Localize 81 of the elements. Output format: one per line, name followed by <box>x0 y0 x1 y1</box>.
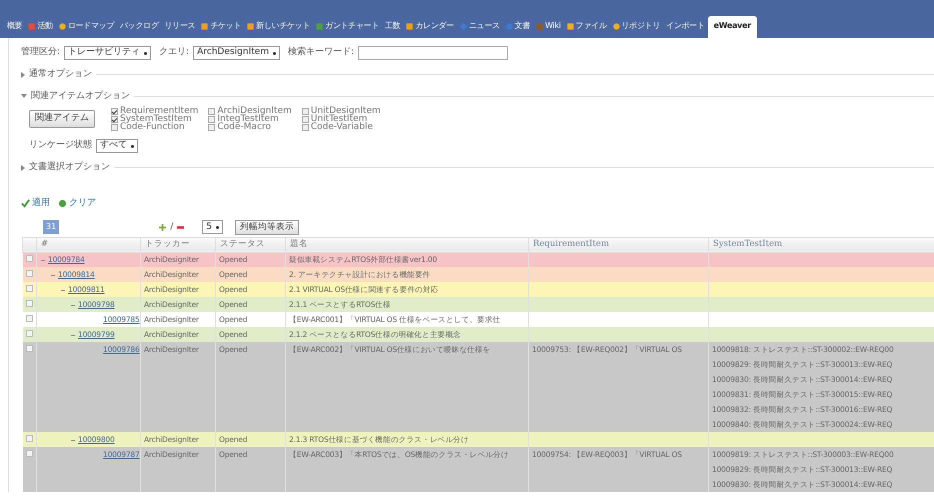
checkbox-label: Code-Variable <box>310 123 373 131</box>
menu-tab[interactable]: インポート <box>663 17 708 38</box>
checkbox-label: UnitTestItem <box>310 115 368 123</box>
row-checkbox[interactable] <box>26 315 33 322</box>
plus-icon[interactable] <box>159 224 166 231</box>
circle-icon <box>58 198 67 208</box>
row-checkbox[interactable] <box>26 255 33 262</box>
field-label: クエリ: <box>159 46 190 60</box>
menu-tab[interactable]: リポジトリ <box>610 17 664 38</box>
menu-tab[interactable]: 新しいチケット <box>244 17 314 38</box>
ticket-icon <box>406 22 414 30</box>
section-title[interactable]: 関連アイテムオプション <box>31 90 130 103</box>
row-checkbox[interactable] <box>26 345 33 352</box>
field-label: リンケージ状態 <box>29 139 92 152</box>
equalize-columns-button[interactable]: 列幅均等表示 <box>234 220 299 235</box>
checkbox[interactable] <box>111 124 118 130</box>
page-size-dropdown[interactable]: 5 <box>202 220 223 234</box>
menu-tab[interactable]: チケット <box>198 17 244 38</box>
menu-tab[interactable]: 工数 <box>382 17 404 38</box>
action-link[interactable]: クリア <box>58 196 96 210</box>
menu-tab[interactable]: ロードマップ <box>56 17 118 38</box>
menu-tab[interactable]: ガントチャート <box>313 17 382 38</box>
column-header[interactable]: RequirementItem <box>528 237 708 252</box>
checkbox[interactable] <box>208 116 216 122</box>
chart-icon <box>316 22 324 30</box>
action-link[interactable]: 適用 <box>21 196 50 210</box>
column-header[interactable]: ステータス <box>216 237 286 252</box>
check-icon <box>21 198 30 208</box>
checkbox[interactable] <box>302 124 309 130</box>
menu-tab[interactable]: ニュース <box>456 17 503 38</box>
row-checkbox[interactable] <box>26 450 33 458</box>
checkbox[interactable] <box>302 108 309 114</box>
checkbox[interactable] <box>208 124 216 130</box>
dropdown[interactable]: すべて <box>96 139 138 153</box>
checkbox-label: SystemTestItem <box>120 115 192 123</box>
checkbox-label: UnitDesignItem <box>310 107 381 115</box>
ticket-icon <box>201 22 208 30</box>
row-checkbox[interactable] <box>26 300 33 308</box>
row-checkbox[interactable] <box>26 435 33 442</box>
checkbox-label: ArchiDesignItem <box>217 107 292 115</box>
menu-tab[interactable]: バックログ <box>117 17 162 38</box>
separator-text: / <box>170 220 174 234</box>
activity-icon <box>28 22 36 30</box>
checkbox[interactable] <box>111 116 118 122</box>
menu-tab[interactable]: eWeaver <box>708 16 757 38</box>
related-items-button[interactable]: 関連アイテム <box>29 110 95 128</box>
menu-tab[interactable]: 概要 <box>4 17 26 38</box>
section-title[interactable]: 文書選択オプション <box>29 161 110 174</box>
count-badge: 31 <box>43 220 60 234</box>
field-label: 検索キーワード: <box>288 46 354 60</box>
section-title[interactable]: 通常オプション <box>29 68 92 82</box>
menu-tab[interactable]: 活動 <box>25 17 56 38</box>
triangle-icon[interactable] <box>21 164 25 171</box>
field-label: 管理区分: <box>21 46 60 60</box>
menu-tab[interactable]: Wiki <box>533 17 564 38</box>
checkbox[interactable] <box>302 116 309 122</box>
search-field[interactable] <box>358 46 508 60</box>
checkbox-label: IntegTestItem <box>217 115 279 123</box>
checkbox-label: Code-Macro <box>217 123 271 131</box>
row-checkbox[interactable] <box>26 285 33 292</box>
news-icon <box>460 22 467 30</box>
menu-tab[interactable]: カレンダー <box>403 17 457 38</box>
column-header[interactable]: トラッカー <box>140 237 216 252</box>
column-header[interactable]: SystemTestItem <box>708 237 934 252</box>
column-header[interactable]: 題名 <box>286 237 528 252</box>
ticket-icon <box>247 22 254 30</box>
checkbox-label: Code-Function <box>120 123 185 131</box>
menu-tab[interactable]: リリース <box>162 17 198 38</box>
row-checkbox[interactable] <box>26 270 33 278</box>
column-header[interactable]: # <box>36 237 140 252</box>
checkbox[interactable] <box>208 108 216 114</box>
dropdown[interactable]: トレーサビリティ <box>64 46 152 60</box>
row-checkbox[interactable] <box>26 330 33 338</box>
triangle-icon[interactable] <box>21 94 27 98</box>
menu-tab[interactable]: 文書 <box>502 17 534 38</box>
checkbox-label: RequirementItem <box>120 107 198 115</box>
menu-tab[interactable]: ファイル <box>564 17 610 38</box>
minus-icon[interactable] <box>177 226 184 229</box>
checkbox[interactable] <box>111 108 118 114</box>
triangle-icon[interactable] <box>21 72 25 78</box>
dropdown[interactable]: ArchDesignItem <box>193 46 280 60</box>
